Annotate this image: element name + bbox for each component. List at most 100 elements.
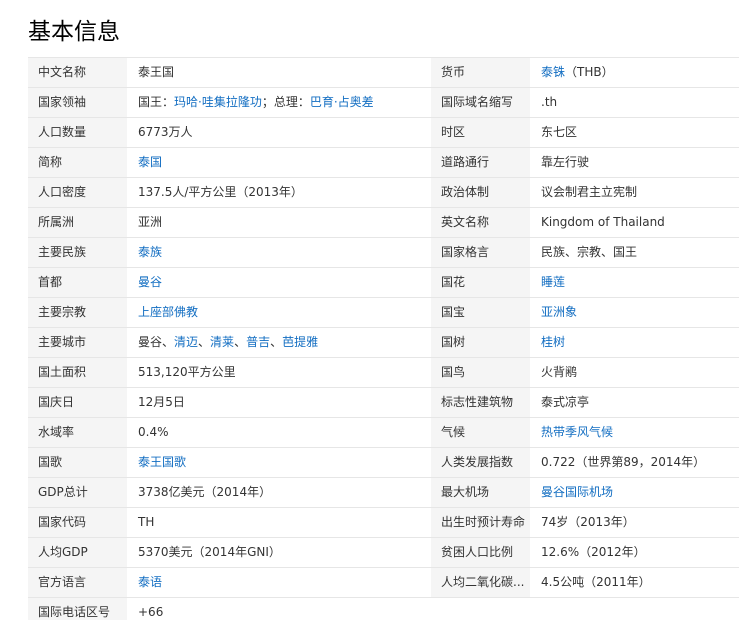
field-label: 国家格言 bbox=[431, 238, 530, 267]
field-value: 曼谷 bbox=[127, 268, 431, 297]
field-label: 主要宗教 bbox=[28, 298, 127, 327]
field-label: 所属洲 bbox=[28, 208, 127, 237]
field-value: .th bbox=[530, 88, 739, 117]
value-link[interactable]: 玛哈·哇集拉隆功 bbox=[174, 95, 262, 109]
info-table: 中文名称 泰王国 货币 泰铢（THB） 国家领袖 国王：玛哈·哇集拉隆功；总理：巴育·占奥… bbox=[28, 57, 739, 620]
value-text: 泰式凉亭 bbox=[541, 395, 590, 409]
field-value: 12.6%（2012年） bbox=[530, 538, 739, 567]
field-value: 0.4% bbox=[127, 418, 431, 447]
value-text: 137.5人/平方公里（2013年） bbox=[138, 185, 303, 199]
field-label: 国际电话区号 bbox=[28, 598, 127, 620]
value-text: （THB） bbox=[565, 65, 614, 79]
value-text: ；总理： bbox=[261, 95, 310, 109]
table-row: 国歌 泰王国歌 人类发展指数 0.722（世界第89，2014年） bbox=[28, 448, 739, 478]
field-value: 上座部佛教 bbox=[127, 298, 431, 327]
value-link[interactable]: 睡莲 bbox=[541, 275, 565, 289]
value-link[interactable]: 上座部佛教 bbox=[138, 305, 198, 319]
value-text: 、 bbox=[270, 335, 283, 349]
field-label: 货币 bbox=[431, 58, 530, 87]
field-label: 水域率 bbox=[28, 418, 127, 447]
value-text: 曼谷、 bbox=[138, 335, 175, 349]
field-label: 首都 bbox=[28, 268, 127, 297]
value-link[interactable]: 曼谷 bbox=[138, 275, 162, 289]
table-row: 中文名称 泰王国 货币 泰铢（THB） bbox=[28, 58, 739, 88]
value-text: 靠左行驶 bbox=[541, 155, 590, 169]
value-text: 12.6%（2012年） bbox=[541, 545, 646, 559]
table-row: 主要宗教 上座部佛教 国宝 亚洲象 bbox=[28, 298, 739, 328]
value-link[interactable]: 热带季风气候 bbox=[541, 425, 613, 439]
table-row: 官方语言 泰语 人均二氧化碳... 4.5公吨（2011年） bbox=[28, 568, 739, 598]
table-row: 人均GDP 5370美元（2014年GNI） 贫困人口比例 12.6%（2012年） bbox=[28, 538, 739, 568]
field-value: 6773万人 bbox=[127, 118, 431, 147]
value-link[interactable]: 泰国 bbox=[138, 155, 162, 169]
value-text: 民族、宗教、国王 bbox=[541, 245, 638, 259]
table-row: 人口数量 6773万人 时区 东七区 bbox=[28, 118, 739, 148]
table-row: 国家代码 TH 出生时预计寿命 74岁（2013年） bbox=[28, 508, 739, 538]
value-link[interactable]: 普吉 bbox=[246, 335, 270, 349]
table-row: 人口密度 137.5人/平方公里（2013年） 政治体制 议会制君主立宪制 bbox=[28, 178, 739, 208]
value-text: +66 bbox=[138, 605, 164, 619]
field-label: 人类发展指数 bbox=[431, 448, 530, 477]
field-label: 国土面积 bbox=[28, 358, 127, 387]
field-value: 热带季风气候 bbox=[530, 418, 739, 447]
value-text: 74岁（2013年） bbox=[541, 515, 635, 529]
field-label: 国庆日 bbox=[28, 388, 127, 417]
value-link[interactable]: 芭提雅 bbox=[282, 335, 318, 349]
field-label: 标志性建筑物 bbox=[431, 388, 530, 417]
field-label: 时区 bbox=[431, 118, 530, 147]
field-value: +66 bbox=[127, 598, 431, 620]
value-text: 513,120平方公里 bbox=[138, 365, 236, 379]
value-link[interactable]: 清迈 bbox=[174, 335, 198, 349]
page: 基本信息 中文名称 泰王国 货币 泰铢（THB） 国家领袖 国王：玛哈·哇集拉隆功；总理：… bbox=[0, 0, 755, 620]
field-value: 曼谷国际机场 bbox=[530, 478, 739, 507]
value-text: 0.722（世界第89，2014年） bbox=[541, 455, 706, 469]
value-text: 议会制君主立宪制 bbox=[541, 185, 638, 199]
field-value: 泰式凉亭 bbox=[530, 388, 739, 417]
field-value: Kingdom of Thailand bbox=[530, 208, 739, 237]
field-label: 贫困人口比例 bbox=[431, 538, 530, 567]
field-label: GDP总计 bbox=[28, 478, 127, 507]
field-label: 出生时预计寿命 bbox=[431, 508, 530, 537]
field-value: 东七区 bbox=[530, 118, 739, 147]
value-link[interactable]: 桂树 bbox=[541, 335, 565, 349]
field-label: 国宝 bbox=[431, 298, 530, 327]
field-value: 泰国 bbox=[127, 148, 431, 177]
value-link[interactable]: 亚洲象 bbox=[541, 305, 577, 319]
field-label: 官方语言 bbox=[28, 568, 127, 597]
field-value: 曼谷、清迈、清莱、普吉、芭提雅 bbox=[127, 328, 431, 357]
value-link[interactable]: 泰语 bbox=[138, 575, 162, 589]
field-value: 12月5日 bbox=[127, 388, 431, 417]
field-value: 议会制君主立宪制 bbox=[530, 178, 739, 207]
field-label: 主要民族 bbox=[28, 238, 127, 267]
value-link[interactable]: 曼谷国际机场 bbox=[541, 485, 613, 499]
value-link[interactable]: 泰铢 bbox=[541, 65, 565, 79]
field-label: 道路通行 bbox=[431, 148, 530, 177]
table-row: 水域率 0.4% 气候 热带季风气候 bbox=[28, 418, 739, 448]
value-link[interactable]: 巴育·占奥差 bbox=[310, 95, 374, 109]
field-label: 人均二氧化碳... bbox=[431, 568, 530, 597]
field-label: 国际域名缩写 bbox=[431, 88, 530, 117]
field-label: 主要城市 bbox=[28, 328, 127, 357]
field-label: 国树 bbox=[431, 328, 530, 357]
field-value bbox=[530, 598, 739, 620]
value-text: 国王： bbox=[138, 95, 175, 109]
value-text: 泰王国 bbox=[138, 65, 175, 79]
field-value: 泰铢（THB） bbox=[530, 58, 739, 87]
value-link[interactable]: 清莱 bbox=[210, 335, 234, 349]
table-row: 主要民族 泰族 国家格言 民族、宗教、国王 bbox=[28, 238, 739, 268]
value-text: 、 bbox=[198, 335, 211, 349]
value-text: Kingdom of Thailand bbox=[541, 215, 665, 229]
field-value: 桂树 bbox=[530, 328, 739, 357]
field-label: 人口数量 bbox=[28, 118, 127, 147]
value-link[interactable]: 泰王国歌 bbox=[138, 455, 186, 469]
field-value: 513,120平方公里 bbox=[127, 358, 431, 387]
field-value: 泰族 bbox=[127, 238, 431, 267]
field-value: TH bbox=[127, 508, 431, 537]
value-text: .th bbox=[541, 95, 558, 109]
field-value: 睡莲 bbox=[530, 268, 739, 297]
section-title: 基本信息 bbox=[28, 19, 120, 45]
value-link[interactable]: 泰族 bbox=[138, 245, 162, 259]
field-label: 人口密度 bbox=[28, 178, 127, 207]
field-label: 国歌 bbox=[28, 448, 127, 477]
table-row: 国际电话区号 +66 bbox=[28, 598, 739, 620]
